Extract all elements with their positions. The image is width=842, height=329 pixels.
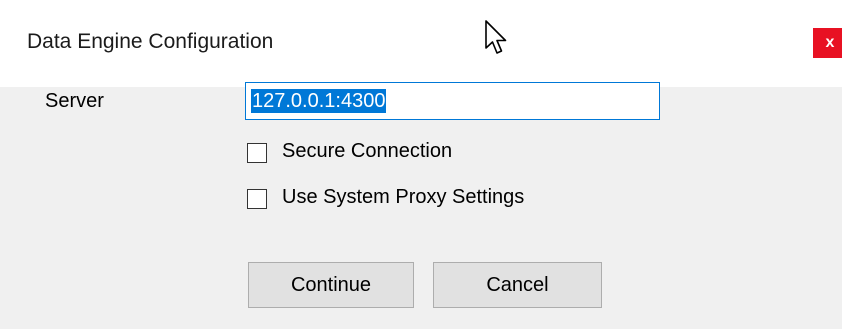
- server-label: Server: [45, 90, 104, 112]
- mouse-pointer-icon: [485, 20, 507, 54]
- secure-connection-checkbox[interactable]: [247, 143, 267, 163]
- close-button[interactable]: x: [813, 28, 842, 58]
- close-icon: x: [825, 34, 835, 51]
- system-proxy-checkbox[interactable]: [247, 189, 267, 209]
- server-input[interactable]: 127.0.0.1:4300: [245, 82, 660, 120]
- window-title: Data Engine Configuration: [27, 30, 274, 53]
- title-bar: Data Engine Configuration x: [0, 0, 842, 87]
- continue-button[interactable]: Continue: [248, 262, 414, 308]
- secure-connection-label[interactable]: Secure Connection: [282, 140, 452, 163]
- system-proxy-label[interactable]: Use System Proxy Settings: [282, 186, 524, 209]
- cancel-button[interactable]: Cancel: [433, 262, 602, 308]
- server-input-value: 127.0.0.1:4300: [251, 89, 387, 113]
- data-engine-config-dialog: Data Engine Configuration x Server 127.0…: [0, 0, 842, 329]
